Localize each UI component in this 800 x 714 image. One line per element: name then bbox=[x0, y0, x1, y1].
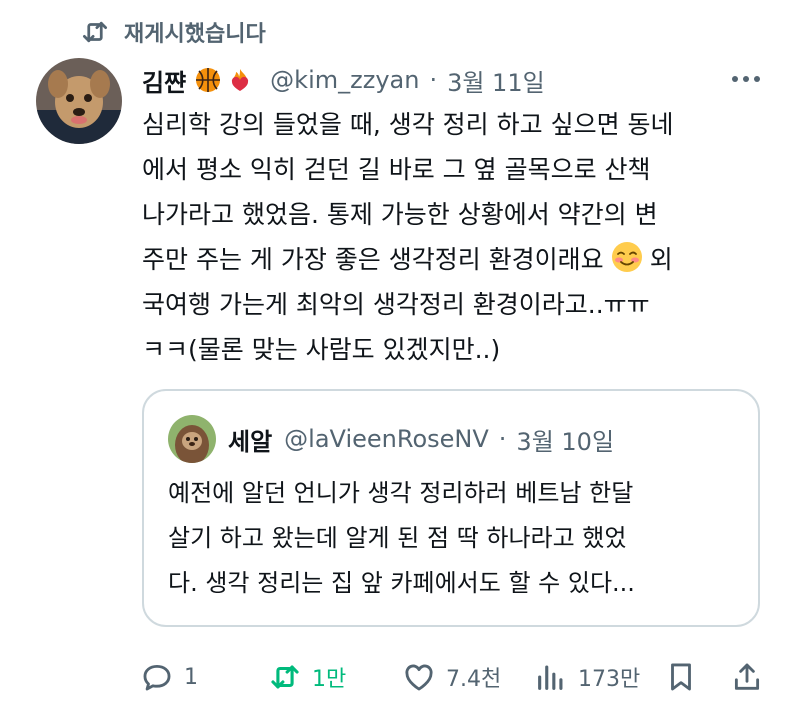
more-options-icon[interactable] bbox=[726, 64, 766, 94]
tweet-date[interactable]: 3월 11일 bbox=[447, 63, 545, 98]
heart-icon bbox=[405, 664, 433, 691]
quote-line: 예전에 알던 언니가 생각 정리하러 베트남 한달 bbox=[168, 479, 634, 507]
quote-body: 예전에 알던 언니가 생각 정리하러 베트남 한달 살기 하고 왔는데 알게 된… bbox=[168, 471, 748, 606]
tweet-body: 심리학 강의 들었을 때, 생각 정리 하고 싶으면 동네 에서 평소 익히 걷… bbox=[142, 102, 762, 372]
reply-icon bbox=[143, 664, 171, 691]
repost-icon bbox=[83, 21, 107, 43]
tweet-line-part: 주만 주는 게 가장 좋은 생각정리 환경이래요 bbox=[142, 245, 604, 274]
tweet-line: 에서 평소 익히 걷던 길 바로 그 옆 골목으로 산책 bbox=[142, 155, 651, 184]
tweet-line: ㅋㅋ(물론 맞는 사람도 있겠지만..) bbox=[142, 335, 501, 364]
share-button[interactable] bbox=[730, 655, 764, 699]
reply-button[interactable]: 1 bbox=[140, 655, 198, 699]
quoted-tweet-card[interactable]: 세알 @laVieenRoseNV · 3월 10일 예전에 알던 언니가 생각… bbox=[142, 389, 760, 627]
analytics-icon bbox=[538, 665, 563, 690]
separator-dot: · bbox=[429, 66, 438, 94]
author-avatar[interactable] bbox=[36, 58, 122, 144]
tweet-line: 심리학 강의 들었을 때, 생각 정리 하고 싶으면 동네 bbox=[142, 110, 674, 139]
author-name[interactable]: 김쨘 bbox=[142, 63, 186, 98]
reply-count: 1 bbox=[184, 664, 198, 690]
basketball-icon bbox=[196, 68, 221, 92]
like-button[interactable]: 7.4천 bbox=[402, 655, 501, 699]
author-handle[interactable]: @kim_zzyan bbox=[270, 66, 419, 94]
view-count: 173만 bbox=[578, 667, 641, 692]
quote-line: 살기 하고 왔는데 알게 된 점 딱 하나라고 했었 bbox=[168, 524, 627, 552]
repost-icon bbox=[271, 665, 299, 689]
share-icon bbox=[734, 663, 760, 690]
tweet-line: 나가라고 했었음. 통제 가능한 상황에서 약간의 변 bbox=[142, 200, 658, 229]
quote-author-name[interactable]: 세알 bbox=[228, 422, 272, 457]
smiling-face-icon bbox=[611, 242, 642, 272]
quote-header: 세알 @laVieenRoseNV · 3월 10일 bbox=[228, 417, 614, 461]
bookmark-button[interactable] bbox=[664, 655, 698, 699]
repost-label: 재게시했습니다 bbox=[124, 22, 266, 47]
tweet-header: 김쨘 @kim_zzyan · 3월 11일 bbox=[142, 58, 770, 102]
tweet-line-with-emoji: 주만 주는 게 가장 좋은 생각정리 환경이래요 외 bbox=[142, 237, 762, 282]
bookmark-icon bbox=[671, 663, 691, 691]
repost-button[interactable]: 1만 bbox=[268, 655, 346, 699]
separator-dot: · bbox=[498, 425, 507, 453]
quote-date[interactable]: 3월 10일 bbox=[516, 422, 614, 457]
quote-author-avatar[interactable] bbox=[168, 415, 216, 463]
like-count: 7.4천 bbox=[446, 667, 502, 692]
tweet-action-bar: 1 1만 7.4천 173만 bbox=[140, 655, 770, 699]
repost-indicator: 재게시했습니다 bbox=[80, 14, 266, 50]
repost-count: 1만 bbox=[312, 667, 347, 692]
tweet-line: 국여행 가는게 최악의 생각정리 환경이라고..ㅠㅠ bbox=[142, 290, 650, 319]
tweet-line-part: 외 bbox=[649, 245, 673, 274]
quote-author-handle[interactable]: @laVieenRoseNV bbox=[284, 425, 489, 453]
fire-heart-icon bbox=[232, 69, 249, 91]
views-button[interactable]: 173만 bbox=[534, 655, 640, 699]
quote-line: 다. 생각 정리는 집 앞 카페에서도 할 수 있다... bbox=[168, 569, 635, 597]
